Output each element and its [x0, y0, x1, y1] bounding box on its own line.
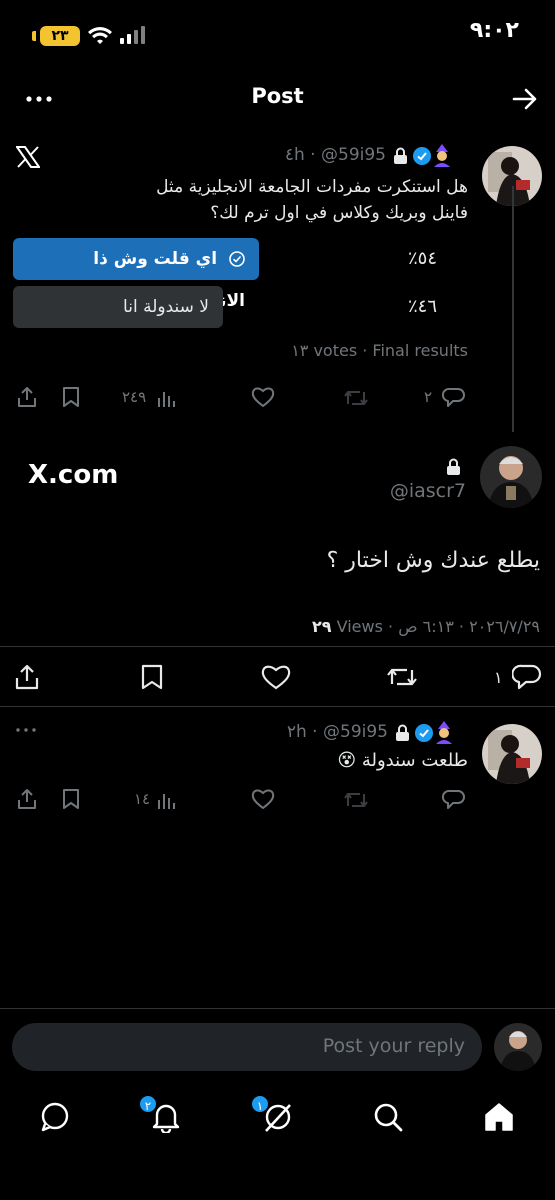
back-arrow-icon[interactable]: [512, 88, 538, 110]
post-text: طلعت سندولة 😵: [337, 750, 468, 771]
post-age: ٢h: [286, 722, 307, 742]
poll-summary: ١٣ votes · Final results: [291, 341, 468, 360]
user-handle[interactable]: @iascr7: [330, 480, 466, 502]
reply-count: ١: [494, 668, 503, 687]
wifi-icon: [88, 26, 112, 46]
user-handle[interactable]: @59i95: [323, 722, 388, 742]
share-icon[interactable]: [16, 788, 38, 810]
views-label: Views: [336, 617, 383, 636]
user-handle[interactable]: @59i95: [321, 145, 386, 165]
bookmark-icon[interactable]: [141, 664, 163, 690]
poll-option-1-percent: ٥٤٪: [408, 248, 438, 269]
more-options-icon[interactable]: [16, 728, 36, 732]
views-count: ١٤: [134, 790, 151, 808]
meta-separator: ·: [304, 145, 321, 165]
bookmark-icon[interactable]: [62, 788, 80, 810]
status-time: ٩:٠٢: [469, 18, 519, 43]
avatar-59i95[interactable]: [482, 724, 542, 784]
divider: [0, 646, 555, 647]
notifications-badge: ٢: [138, 1094, 158, 1114]
reply-icon[interactable]: [442, 788, 466, 810]
grok-badge: ١: [250, 1094, 270, 1114]
profile-emoji-icon: [433, 720, 455, 744]
divider: [0, 706, 555, 707]
post-text: يطلع عندك وش اختار ؟: [326, 548, 540, 573]
nav-home-icon[interactable]: [483, 1101, 515, 1133]
poll-option-2: لا سندولة انا: [13, 286, 223, 328]
repost-icon[interactable]: [343, 388, 369, 408]
reply-icon[interactable]: [512, 663, 542, 691]
post-timestamp-row: ٢٠٢٦/٧/٢٩ · ٦:١٣ ص · Views ٢٩: [250, 617, 540, 636]
views-icon[interactable]: [157, 388, 177, 408]
battery-indicator: ٢٣: [40, 26, 80, 46]
reply-icon[interactable]: [442, 386, 466, 408]
cellular-signal-icon: [120, 26, 148, 46]
battery-tip: [32, 31, 36, 41]
divider: [0, 1008, 555, 1009]
like-icon[interactable]: [261, 664, 291, 690]
post-meta: ٢h · @59i95: [260, 722, 388, 742]
views-icon[interactable]: [157, 790, 177, 810]
meta-separator: ·: [306, 722, 323, 742]
verified-badge-icon: [415, 724, 433, 742]
post-age: ٤h: [284, 145, 305, 165]
like-icon[interactable]: [251, 386, 275, 408]
reply-input-placeholder: Post your reply: [322, 1035, 465, 1057]
nav-messages-icon[interactable]: [39, 1101, 71, 1133]
lock-icon: [446, 458, 461, 475]
views-count: ٢٤٩: [122, 388, 147, 406]
views-count: ٢٩: [311, 617, 332, 636]
post-meta: ٤h · @59i95: [270, 145, 386, 165]
x-logo-icon: [16, 146, 40, 168]
like-icon[interactable]: [251, 788, 275, 810]
poll-option-2-label: لا سندولة انا: [123, 297, 209, 317]
page-title: Post: [251, 84, 304, 108]
thread-line: [512, 186, 514, 432]
share-icon[interactable]: [14, 664, 40, 690]
source-label: X.com: [28, 460, 119, 490]
poll-option-1: اي قلت وش ذا الانهزام: [13, 238, 259, 311]
check-circle-icon: [229, 251, 245, 267]
share-icon[interactable]: [16, 386, 38, 408]
post-datetime: ٢٠٢٦/٧/٢٩ · ٦:١٣ ص ·: [388, 617, 540, 636]
repost-icon[interactable]: [386, 665, 418, 689]
post-text: هل استنكرت مفردات الجامعة الانجليزية مثل…: [156, 177, 468, 223]
avatar-iascr7[interactable]: [480, 446, 542, 508]
verified-badge-icon: [413, 147, 431, 165]
poll-option-2-percent: ٤٦٪: [408, 296, 438, 317]
repost-icon[interactable]: [343, 790, 369, 810]
reply-count: ٢: [424, 388, 433, 406]
composer-avatar: [494, 1023, 542, 1071]
nav-search-icon[interactable]: [372, 1101, 404, 1133]
profile-emoji-icon: [431, 143, 453, 167]
lock-icon: [395, 724, 410, 741]
lock-icon: [393, 147, 408, 164]
bookmark-icon[interactable]: [62, 386, 80, 408]
